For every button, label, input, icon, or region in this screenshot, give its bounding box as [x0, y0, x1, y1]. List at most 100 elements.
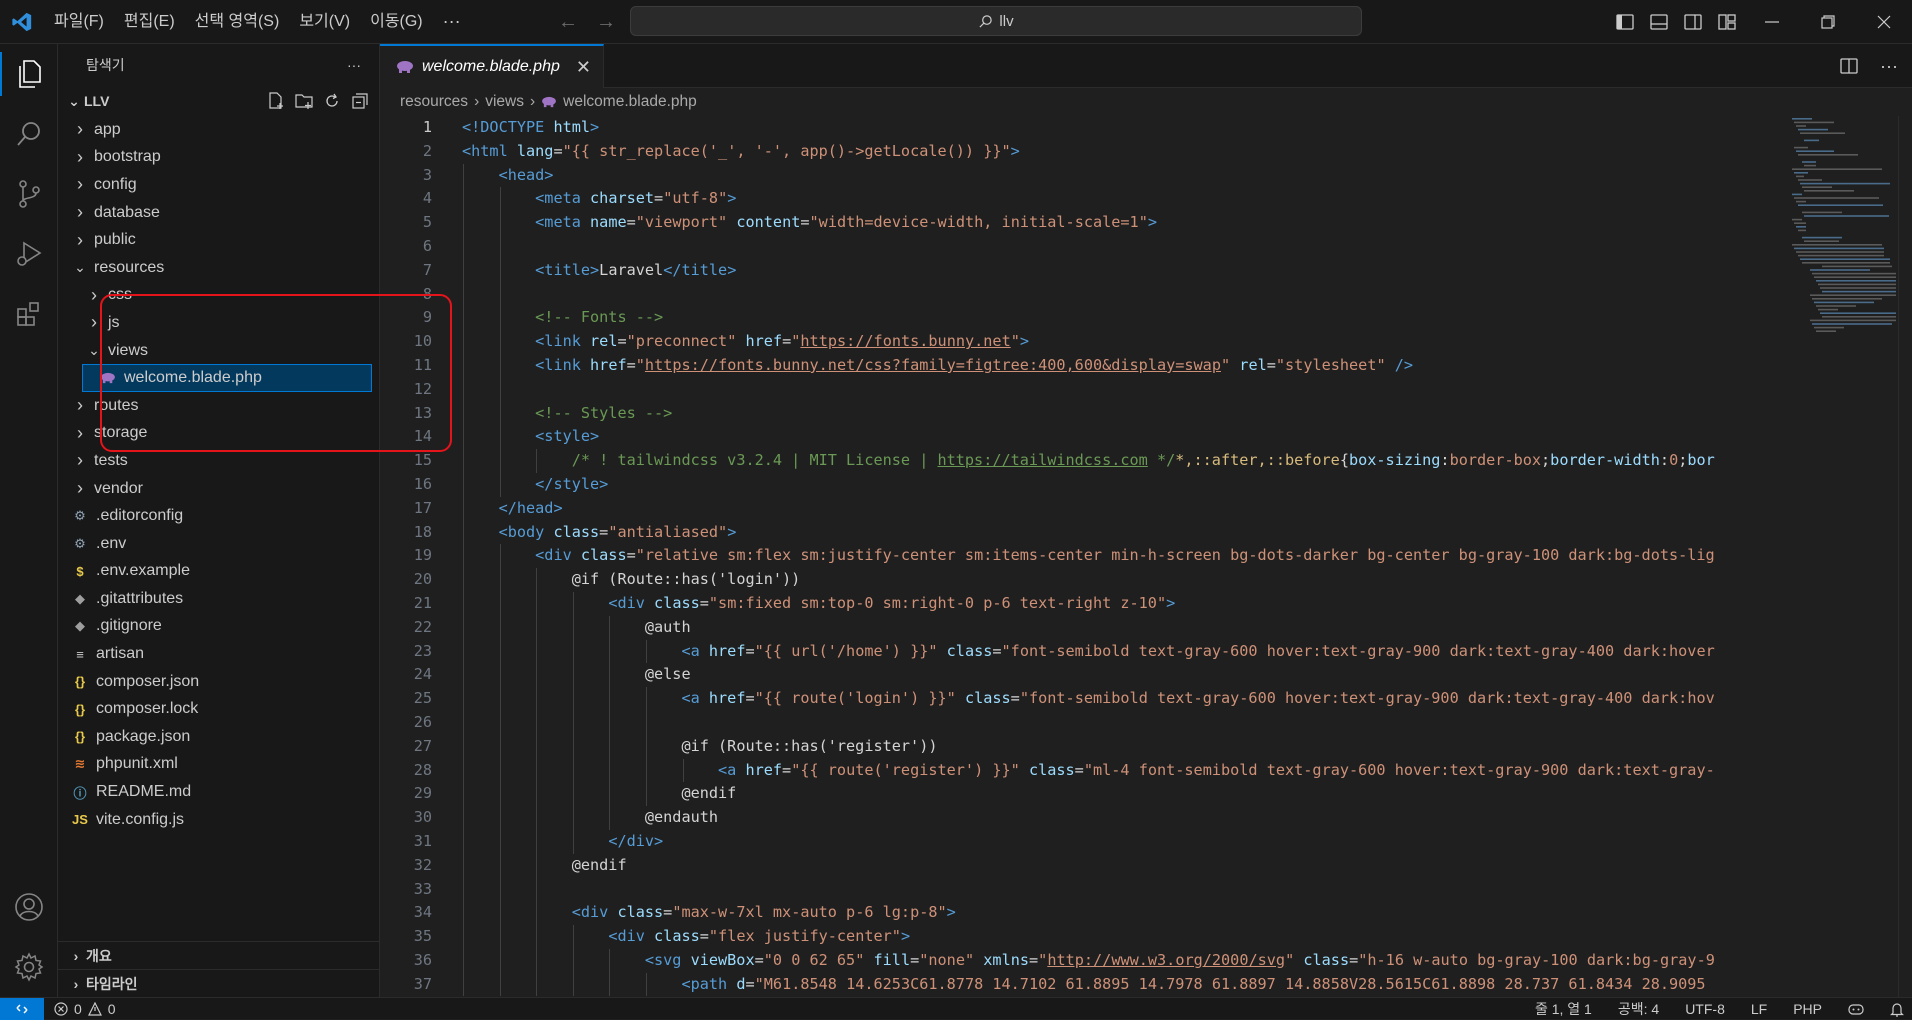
collapse-all-icon[interactable] — [351, 92, 369, 110]
breadcrumb-separator-icon: › — [474, 93, 480, 110]
command-center-search[interactable]: llv — [630, 6, 1362, 36]
file-item[interactable]: JS vite.config.js — [58, 806, 379, 834]
minimap-line — [1814, 276, 1896, 278]
run-debug-icon[interactable] — [0, 224, 58, 284]
toggle-primary-sidebar-icon[interactable] — [1608, 0, 1642, 44]
tab-close-icon[interactable]: ✕ — [576, 57, 591, 78]
cursor-position[interactable]: 줄 1, 열 1 — [1535, 999, 1592, 1019]
file-item[interactable]: welcome.blade.php — [82, 364, 372, 392]
menu-selection[interactable]: 선택 영역(S) — [185, 0, 290, 44]
remote-indicator-icon[interactable] — [0, 997, 44, 1020]
folder-css[interactable]: › css — [58, 282, 379, 310]
menu-view[interactable]: 보기(V) — [289, 0, 360, 44]
file-item[interactable]: ≋ phpunit.xml — [58, 751, 379, 779]
bell-icon[interactable] — [1890, 1002, 1904, 1017]
new-folder-icon[interactable] — [295, 92, 313, 110]
folder-js[interactable]: › js — [58, 309, 379, 337]
back-arrow-icon[interactable]: ← — [558, 11, 578, 34]
file-item[interactable]: {} composer.lock — [58, 695, 379, 723]
code-text: <div class="sm:fixed sm:top-0 sm:right-0… — [432, 591, 1790, 616]
breadcrumb-file[interactable]: welcome.blade.php — [563, 93, 697, 111]
minimap-line — [1792, 118, 1812, 120]
code-editor[interactable]: 1 <!DOCTYPE html> 2 <html lang="{{ str_repl… — [380, 116, 1790, 997]
folder-bootstrap[interactable]: › bootstrap — [58, 144, 379, 172]
explorer-icon[interactable] — [0, 44, 58, 104]
editor-scrollbar[interactable] — [1898, 116, 1912, 997]
explorer-more-button[interactable]: ··· — [347, 57, 361, 73]
close-window-icon[interactable] — [1856, 0, 1912, 44]
settings-gear-icon[interactable] — [0, 937, 58, 997]
folder-config[interactable]: › config — [58, 171, 379, 199]
minimap-line — [1794, 222, 1806, 224]
outline-section[interactable]: › 개요 — [58, 941, 380, 969]
search-view-icon[interactable] — [0, 104, 58, 164]
file-item[interactable]: ◆ .gitignore — [58, 613, 379, 641]
folder-database[interactable]: › database — [58, 199, 379, 227]
new-file-icon[interactable] — [267, 92, 285, 110]
code-text: <!-- Fonts --> — [432, 306, 1790, 331]
tree-item-label: .env — [96, 534, 127, 552]
folder-storage[interactable]: › storage — [58, 420, 379, 448]
folder-tests[interactable]: › tests — [58, 447, 379, 475]
file-item[interactable]: {} package.json — [58, 723, 379, 751]
folder-vendor[interactable]: › vendor — [58, 475, 379, 503]
minimap-line — [1802, 211, 1842, 214]
code-text: <title>Laravel</title> — [432, 258, 1790, 283]
file-item[interactable]: ⓘ README.md — [58, 778, 379, 806]
minimap-line — [1804, 139, 1819, 142]
editor-area: welcome.blade.php ✕ ··· resources › view… — [380, 44, 1912, 997]
language-mode[interactable]: PHP — [1793, 1001, 1822, 1017]
customize-layout-icon[interactable] — [1710, 0, 1744, 44]
minimap-line — [1816, 280, 1896, 282]
file-item[interactable]: ≡ artisan — [58, 640, 379, 668]
folder-views[interactable]: ⌄ views — [58, 337, 379, 365]
source-control-icon[interactable] — [0, 164, 58, 224]
code-text: <svg viewBox="0 0 62 65" fill="none" xml… — [432, 948, 1790, 973]
folder-routes[interactable]: › routes — [58, 392, 379, 420]
menu-edit[interactable]: 편집(E) — [114, 0, 185, 44]
menu-file[interactable]: 파일(F) — [44, 0, 114, 44]
folder-app[interactable]: › app — [58, 116, 379, 144]
file-item[interactable]: ◆ .gitattributes — [58, 585, 379, 613]
toggle-secondary-sidebar-icon[interactable] — [1676, 0, 1710, 44]
tab-welcome-blade[interactable]: welcome.blade.php ✕ — [380, 44, 604, 88]
file-item[interactable]: ⚙ .editorconfig — [58, 502, 379, 530]
chevron-right-icon: › — [77, 202, 83, 223]
account-icon[interactable] — [0, 877, 58, 937]
folder-public[interactable]: › public — [58, 226, 379, 254]
indentation[interactable]: 공백: 4 — [1618, 999, 1659, 1019]
extensions-icon[interactable] — [0, 284, 58, 344]
timeline-section[interactable]: › 타임라인 — [58, 969, 380, 997]
breadcrumb-resources[interactable]: resources — [400, 93, 468, 111]
split-editor-icon[interactable] — [1840, 58, 1858, 74]
minimap-line — [1820, 287, 1896, 289]
restore-icon[interactable] — [1800, 0, 1856, 44]
file-item[interactable]: {} composer.json — [58, 668, 379, 696]
editor-more-button[interactable]: ··· — [1880, 56, 1898, 77]
minimap[interactable] — [1790, 116, 1896, 997]
minimize-icon[interactable] — [1744, 0, 1800, 44]
minimap-line — [1802, 262, 1890, 264]
breadcrumb-views[interactable]: views — [485, 93, 524, 111]
menu-go[interactable]: 이동(G) — [360, 0, 433, 44]
file-item[interactable]: $ .env.example — [58, 558, 379, 586]
problems-indicator[interactable]: 0 0 — [44, 1001, 116, 1017]
forward-arrow-icon[interactable]: → — [596, 11, 616, 34]
end-of-line[interactable]: LF — [1751, 1001, 1767, 1017]
code-text — [432, 377, 1790, 402]
minimap-line — [1798, 254, 1884, 257]
project-name: LLV — [84, 93, 110, 109]
folder-resources[interactable]: ⌄ resources — [58, 254, 379, 282]
file-item[interactable]: ⚙ .env — [58, 530, 379, 558]
menu-more-button[interactable]: ··· — [433, 11, 471, 32]
copilot-icon[interactable] — [1848, 1002, 1864, 1016]
code-line: 37 <path d="M61.8548 14.6253C61.8778 14.… — [380, 972, 1790, 997]
line-number: 32 — [413, 855, 432, 874]
project-section-header[interactable]: ⌄ LLV — [58, 86, 379, 116]
toggle-panel-icon[interactable] — [1642, 0, 1676, 44]
encoding[interactable]: UTF-8 — [1685, 1001, 1725, 1017]
minimap-line — [1816, 330, 1836, 332]
tree-item-label: welcome.blade.php — [124, 369, 262, 387]
refresh-icon[interactable] — [323, 92, 341, 110]
code-line: 30 @endauth — [380, 806, 1790, 830]
